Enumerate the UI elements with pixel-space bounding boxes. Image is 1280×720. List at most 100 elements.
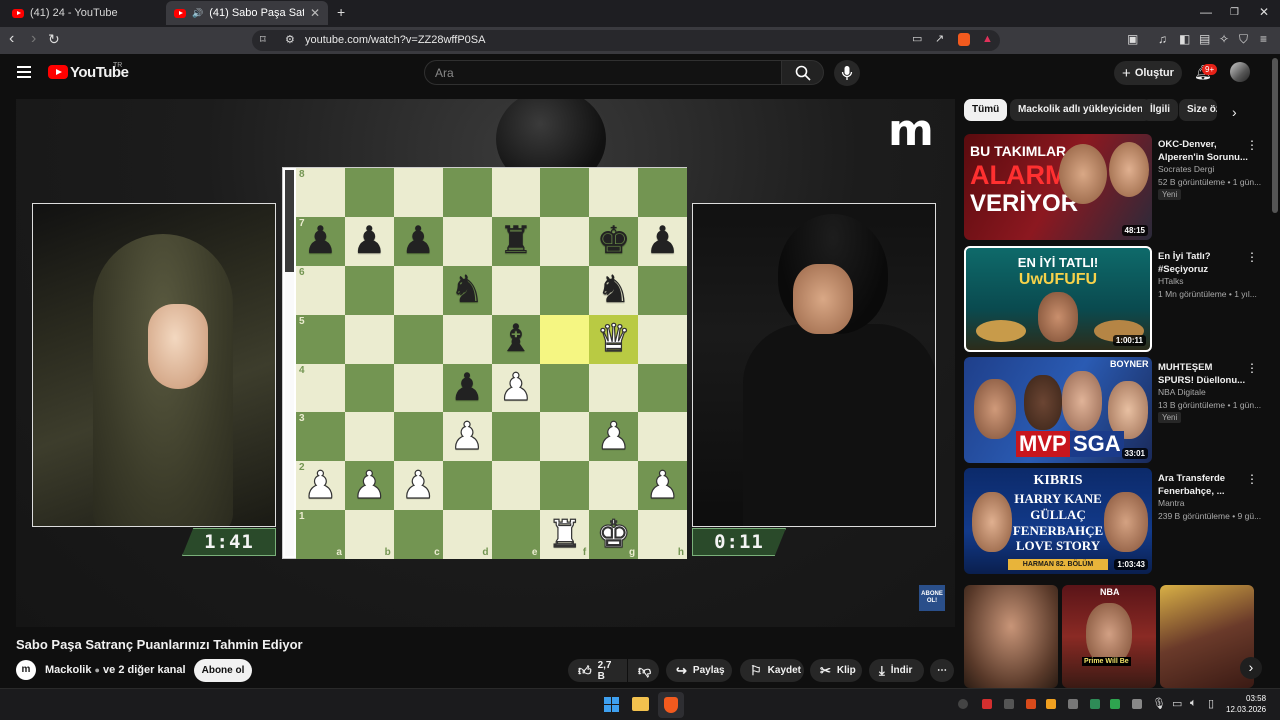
minimize-icon[interactable]: — (1200, 5, 1212, 19)
network-icon[interactable]: ▭ (1172, 697, 1182, 710)
more-actions-button[interactable]: ⋯ (930, 659, 954, 682)
cast-icon[interactable]: ▭ (912, 32, 922, 45)
forward-icon[interactable]: › (31, 30, 36, 48)
more-vertical-icon[interactable]: ⋮ (1246, 138, 1258, 152)
video-player[interactable]: 1:41 0:11 8 7 ♟ ♟ ♟ ♜ ♚ ♟ 6 ♞ ♞ 5 ♝ ♛ 4 ♟ ♟ 3 ♟ ♟ 2 ♟ ♟ ♟ ♟ 1 a b c d… (16, 99, 955, 627)
brave-taskbar-button[interactable] (658, 692, 684, 718)
menu-icon[interactable]: ≡ (1260, 32, 1267, 46)
tray-app-icon[interactable] (1026, 699, 1036, 709)
search-input[interactable]: Ara (424, 60, 782, 85)
microphone-tray-icon[interactable]: 🎙︎ (1152, 697, 1166, 710)
account-avatar[interactable] (1230, 62, 1250, 82)
windows-start-icon[interactable] (604, 697, 619, 712)
leo-ai-icon[interactable]: ✧ (1219, 32, 1229, 46)
tray-app-icon[interactable] (1068, 699, 1078, 709)
reload-icon[interactable]: ↻ (48, 31, 60, 48)
channel-avatar[interactable]: m (16, 660, 36, 680)
site-info-icon[interactable]: ⚙ (285, 33, 295, 46)
more-vertical-icon[interactable]: ⋮ (1246, 472, 1258, 486)
chip-uploader[interactable]: Mackolik adlı yükleyiciden (1010, 99, 1152, 121)
guide-menu-icon[interactable] (17, 66, 31, 78)
voice-search-button[interactable] (834, 60, 860, 86)
tray-app-icon[interactable] (958, 699, 968, 709)
board-square-a5: 5 (296, 314, 345, 364)
save-button[interactable]: ⚐ Kaydet (740, 659, 804, 682)
chip-related[interactable]: İlgili (1142, 99, 1178, 121)
short-thumbnail[interactable]: NBA Prime Will Be (1062, 585, 1156, 688)
video-thumbnail[interactable]: EN İYİ TATLI! UwUFUFU 1:00:11 (964, 246, 1152, 352)
chip-for-you[interactable]: Size öz (1179, 99, 1217, 121)
channel-name[interactable]: NBA Digitale (1158, 387, 1206, 397)
battery-icon[interactable]: ▯ (1208, 697, 1214, 710)
new-tab-button[interactable]: + (337, 4, 345, 20)
recommended-video[interactable]: BU TAKIMLAR ALARM VERİYOR 48:15 OKC-Denv… (964, 134, 1264, 240)
subscribe-button[interactable]: Abone ol (194, 659, 252, 682)
next-shorts-button[interactable]: › (1240, 657, 1262, 679)
clip-button[interactable]: ✂ Klip (810, 659, 862, 682)
tray-app-icon[interactable] (1004, 699, 1014, 709)
board-square-e8 (491, 168, 541, 217)
share-button[interactable]: ↪ Paylaş (666, 659, 732, 682)
video-title[interactable]: En İyi Tatlı? #Seçiyoruz (1158, 250, 1250, 276)
video-thumbnail[interactable]: BU TAKIMLAR ALARM VERİYOR 48:15 (964, 134, 1152, 240)
file-explorer-icon[interactable] (632, 697, 649, 711)
short-thumbnail[interactable] (964, 585, 1058, 688)
volume-icon[interactable]: 🔈︎ (1190, 697, 1197, 710)
browser-tab[interactable]: (41) 24 - YouTube (4, 1, 164, 25)
rewards-icon[interactable]: ▲ (982, 33, 993, 45)
scrollbar-thumb[interactable] (1272, 58, 1278, 213)
tray-app-icon[interactable] (1110, 699, 1120, 709)
tray-app-icon[interactable] (1132, 699, 1142, 709)
more-vertical-icon[interactable]: ⋮ (1246, 361, 1258, 375)
tray-app-icon[interactable] (1046, 699, 1056, 709)
vpn-icon[interactable]: ⛉ (1239, 32, 1248, 47)
video-thumbnail[interactable]: BOYNER MVP SGA 33:01 (964, 357, 1152, 463)
close-window-icon[interactable]: ✕ (1259, 5, 1269, 19)
search-icon (795, 65, 811, 81)
board-square-b5 (344, 314, 394, 364)
download-button[interactable]: ⤓ İndir (869, 659, 924, 682)
wallet-icon[interactable]: ▤ (1199, 32, 1210, 46)
short-thumbnail[interactable] (1160, 585, 1254, 688)
reader-icon[interactable]: ▣ (1127, 32, 1138, 46)
recommended-video[interactable]: KIBRIS HARRY KANE GÜLLAÇ FENERBAHÇE LOVE… (964, 468, 1264, 574)
share-page-icon[interactable]: ↗ (935, 32, 944, 45)
dislike-button[interactable]: 👎︎ (628, 659, 659, 682)
subscribe-watermark[interactable]: ABONE OL! (919, 585, 945, 611)
channel-name[interactable]: Mackolik ● ve 2 diğer kanal (45, 664, 186, 676)
bookmark-icon[interactable]: ⌑ (260, 33, 266, 46)
back-icon[interactable]: ‹ (9, 30, 14, 48)
tray-app-icon[interactable] (982, 699, 992, 709)
more-vertical-icon[interactable]: ⋮ (1246, 250, 1258, 264)
search-button[interactable] (781, 60, 824, 85)
like-button[interactable]: 👍︎ 2,7 B (568, 659, 627, 682)
player-right-camera (692, 203, 936, 527)
recommended-video[interactable]: EN İYİ TATLI! UwUFUFU 1:00:11 En İyi Tat… (964, 246, 1264, 352)
channel-name[interactable]: Mantra (1158, 498, 1184, 508)
system-clock[interactable]: 03:58 12.03.2026 (1226, 693, 1266, 715)
chip-all[interactable]: Tümü (964, 99, 1008, 121)
music-icon[interactable]: ♫ (1158, 32, 1167, 46)
chevron-right-icon[interactable]: › (1232, 104, 1237, 120)
recommended-video[interactable]: BOYNER MVP SGA 33:01 MUHTEŞEM SPURS! Düe… (964, 357, 1264, 463)
channel-name-text[interactable]: Mackolik (45, 664, 91, 676)
create-button[interactable]: + Oluştur (1114, 61, 1182, 85)
brave-shield-icon[interactable] (958, 33, 970, 46)
close-tab-icon[interactable]: ✕ (310, 6, 320, 20)
board-square-b2: ♟ (344, 461, 394, 511)
address-bar[interactable]: ⌑ ⚙ youtube.com/watch?v=ZZ28wffP0SA ▭ ↗ … (252, 30, 1000, 51)
video-title[interactable]: OKC-Denver, Alperen'in Sorunu... (1158, 138, 1250, 164)
youtube-logo-icon[interactable] (48, 65, 68, 79)
video-title[interactable]: Ara Transferde Fenerbahçe, ... (1158, 472, 1250, 498)
channel-name[interactable]: Socrates Dergi (1158, 164, 1214, 174)
restore-icon[interactable]: ❐ (1230, 7, 1239, 18)
video-thumbnail[interactable]: KIBRIS HARRY KANE GÜLLAÇ FENERBAHÇE LOVE… (964, 468, 1152, 574)
board-square-c7: ♟ (393, 216, 443, 266)
channel-suffix[interactable]: ve 2 diğer kanal (103, 664, 186, 676)
tray-app-icon[interactable] (1090, 699, 1100, 709)
board-square-f8 (540, 168, 590, 217)
browser-tab-active[interactable]: 🔊 (41) Sabo Paşa Satranç Puanl... ✕ (166, 1, 328, 25)
sidebar-icon[interactable]: ◧ (1179, 32, 1190, 46)
video-title[interactable]: MUHTEŞEM SPURS! Düellonu... (1158, 361, 1250, 387)
channel-name[interactable]: HTalks (1158, 276, 1184, 286)
